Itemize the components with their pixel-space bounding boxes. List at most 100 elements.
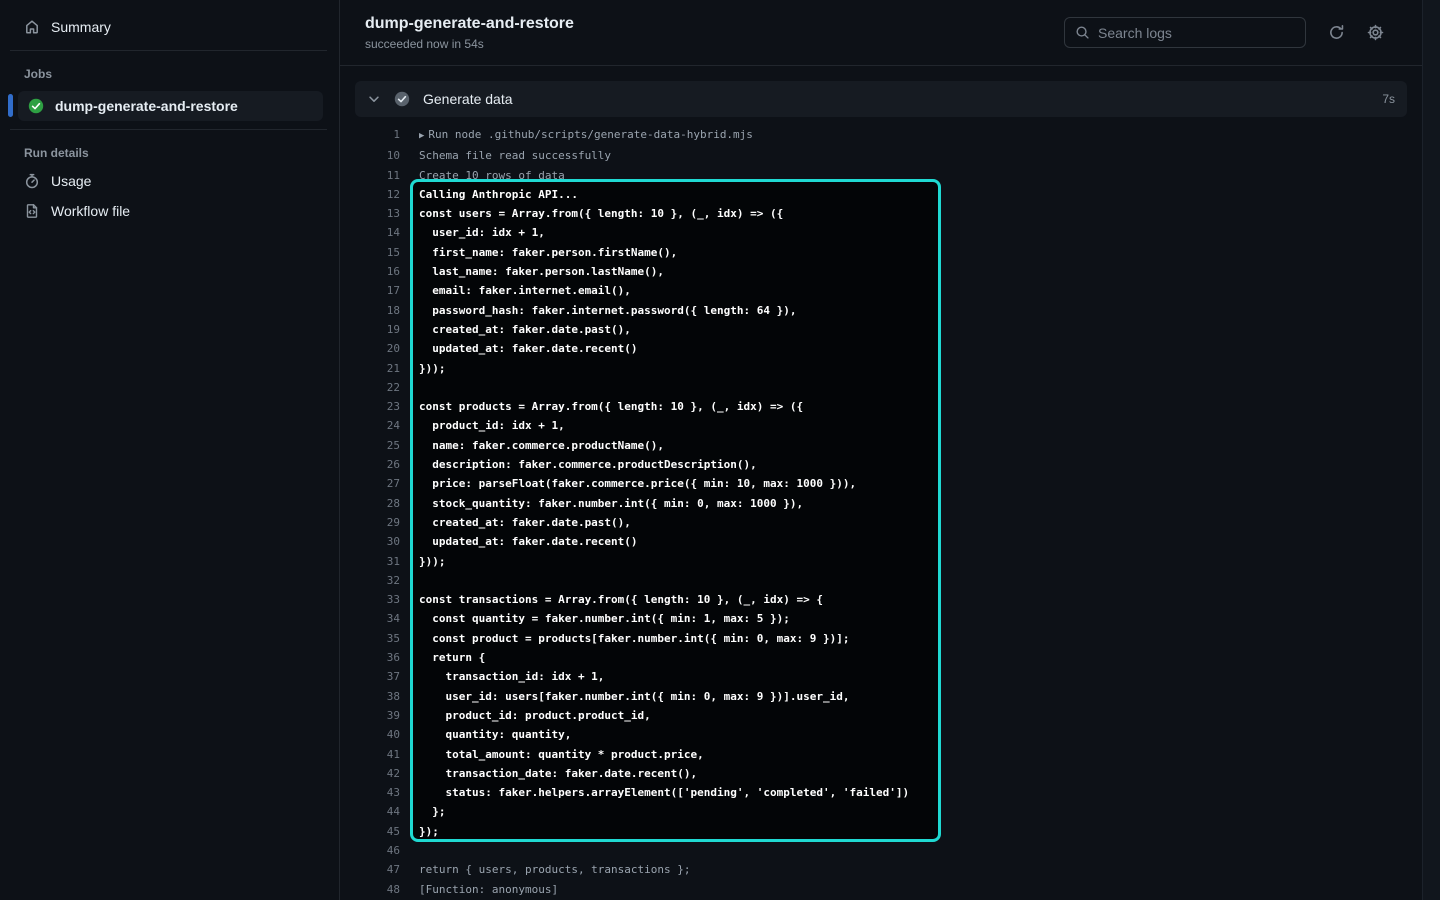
log-line-number[interactable]: 33 bbox=[355, 590, 400, 609]
log-line-text: user_id: users[faker.number.int({ min: 0… bbox=[400, 687, 849, 706]
log-line: 44 }; bbox=[355, 802, 1407, 821]
log-line-number[interactable]: 15 bbox=[355, 243, 400, 262]
log-line-text: })); bbox=[400, 552, 446, 571]
log-line-number[interactable]: 1 bbox=[355, 125, 400, 146]
step-header-generate-data[interactable]: Generate data 7s bbox=[355, 81, 1407, 117]
selected-indicator bbox=[8, 94, 13, 117]
log-line: 20 updated_at: faker.date.recent() bbox=[355, 339, 1407, 358]
log-line-number[interactable]: 18 bbox=[355, 301, 400, 320]
sidebar-item-summary[interactable]: Summary bbox=[0, 12, 339, 42]
chevron-down-icon[interactable] bbox=[367, 92, 381, 106]
log-line-text: updated_at: faker.date.recent() bbox=[400, 532, 638, 551]
log-line-number[interactable]: 24 bbox=[355, 416, 400, 435]
log-line-number[interactable]: 22 bbox=[355, 378, 400, 397]
log-line-text: stock_quantity: faker.number.int({ min: … bbox=[400, 494, 803, 513]
log-line-text: const users = Array.from({ length: 10 },… bbox=[400, 204, 783, 223]
log-line-number[interactable]: 30 bbox=[355, 532, 400, 551]
search-input[interactable] bbox=[1098, 25, 1295, 41]
log-line-number[interactable]: 36 bbox=[355, 648, 400, 667]
log-line-text: product_id: idx + 1, bbox=[400, 416, 565, 435]
step-duration: 7s bbox=[1382, 92, 1395, 106]
log-line-number[interactable]: 46 bbox=[355, 841, 400, 860]
sidebar-item-job[interactable]: dump-generate-and-restore bbox=[18, 91, 323, 121]
log-line: 48[Function: anonymous] bbox=[355, 880, 1407, 899]
log-line: 34 const quantity = faker.number.int({ m… bbox=[355, 609, 1407, 628]
sidebar-item-workflow-file[interactable]: Workflow file bbox=[0, 196, 339, 226]
refresh-icon bbox=[1328, 24, 1345, 41]
log-line-number[interactable]: 17 bbox=[355, 281, 400, 300]
main-area: dump-generate-and-restore succeeded now … bbox=[340, 0, 1440, 900]
log-line-number[interactable]: 13 bbox=[355, 204, 400, 223]
log-line-number[interactable]: 20 bbox=[355, 339, 400, 358]
log-line-number[interactable]: 26 bbox=[355, 455, 400, 474]
log-line-text: first_name: faker.person.firstName(), bbox=[400, 243, 677, 262]
log-line: 40 quantity: quantity, bbox=[355, 725, 1407, 744]
log-line: 10Schema file read successfully bbox=[355, 146, 1407, 165]
log-line-text bbox=[400, 841, 419, 860]
success-check-icon bbox=[28, 98, 44, 114]
log-line-number[interactable]: 38 bbox=[355, 687, 400, 706]
log-line-number[interactable]: 12 bbox=[355, 185, 400, 204]
log-line-text: })); bbox=[400, 359, 446, 378]
log-line: 38 user_id: users[faker.number.int({ min… bbox=[355, 687, 1407, 706]
log-line-text: name: faker.commerce.productName(), bbox=[400, 436, 664, 455]
log-line: 22 bbox=[355, 378, 1407, 397]
log-line: 32 bbox=[355, 571, 1407, 590]
log-lines: 1▶Run node .github/scripts/generate-data… bbox=[355, 125, 1407, 900]
sidebar-item-usage[interactable]: Usage bbox=[0, 166, 339, 196]
log-line-number[interactable]: 28 bbox=[355, 494, 400, 513]
sidebar-item-label: Workflow file bbox=[51, 203, 130, 219]
log-line-number[interactable]: 47 bbox=[355, 860, 400, 879]
settings-button[interactable] bbox=[1367, 24, 1384, 41]
log-line-text: created_at: faker.date.past(), bbox=[400, 320, 631, 339]
log-line: 42 transaction_date: faker.date.recent()… bbox=[355, 764, 1407, 783]
scrollbar-track[interactable] bbox=[1422, 0, 1440, 900]
log-line-number[interactable]: 37 bbox=[355, 667, 400, 686]
log-line-number[interactable]: 32 bbox=[355, 571, 400, 590]
gear-icon bbox=[1367, 24, 1384, 41]
log-line-number[interactable]: 42 bbox=[355, 764, 400, 783]
log-line: 29 created_at: faker.date.past(), bbox=[355, 513, 1407, 532]
log-line-text: return { bbox=[400, 648, 485, 667]
log-line-text: transaction_id: idx + 1, bbox=[400, 667, 604, 686]
log-line-number[interactable]: 44 bbox=[355, 802, 400, 821]
search-logs-box[interactable] bbox=[1064, 17, 1306, 48]
log-line-text: Schema file read successfully bbox=[400, 146, 611, 165]
log-line-number[interactable]: 45 bbox=[355, 822, 400, 841]
log-line-number[interactable]: 48 bbox=[355, 880, 400, 899]
log-line-number[interactable]: 35 bbox=[355, 629, 400, 648]
log-line-number[interactable]: 34 bbox=[355, 609, 400, 628]
log-line-number[interactable]: 31 bbox=[355, 552, 400, 571]
log-line-number[interactable]: 41 bbox=[355, 745, 400, 764]
log-line-text: }; bbox=[400, 802, 446, 821]
stopwatch-icon bbox=[24, 173, 40, 189]
log-line-number[interactable]: 19 bbox=[355, 320, 400, 339]
log-line-number[interactable]: 43 bbox=[355, 783, 400, 802]
run-header: dump-generate-and-restore succeeded now … bbox=[340, 0, 1440, 66]
log-line-text: quantity: quantity, bbox=[400, 725, 571, 744]
log-line-number[interactable]: 25 bbox=[355, 436, 400, 455]
log-line-number[interactable]: 23 bbox=[355, 397, 400, 416]
log-group-expand-icon[interactable]: ▶ bbox=[419, 131, 424, 141]
log-line-text: Calling Anthropic API... bbox=[400, 185, 578, 204]
log-line-number[interactable]: 40 bbox=[355, 725, 400, 744]
log-line: 18 password_hash: faker.internet.passwor… bbox=[355, 301, 1407, 320]
log-line-number[interactable]: 11 bbox=[355, 166, 400, 185]
log-line: 13const users = Array.from({ length: 10 … bbox=[355, 204, 1407, 223]
log-line-text: total_amount: quantity * product.price, bbox=[400, 745, 704, 764]
log-line: 25 name: faker.commerce.productName(), bbox=[355, 436, 1407, 455]
log-line-number[interactable]: 29 bbox=[355, 513, 400, 532]
log-line: 27 price: parseFloat(faker.commerce.pric… bbox=[355, 474, 1407, 493]
log-line-number[interactable]: 16 bbox=[355, 262, 400, 281]
log-line-number[interactable]: 39 bbox=[355, 706, 400, 725]
log-line: 11Create 10 rows of data bbox=[355, 166, 1407, 185]
refresh-button[interactable] bbox=[1328, 24, 1345, 41]
log-line: 28 stock_quantity: faker.number.int({ mi… bbox=[355, 494, 1407, 513]
log-line: 26 description: faker.commerce.productDe… bbox=[355, 455, 1407, 474]
log-line-number[interactable]: 21 bbox=[355, 359, 400, 378]
log-line-text: user_id: idx + 1, bbox=[400, 223, 545, 242]
file-code-icon bbox=[24, 203, 40, 219]
log-line-number[interactable]: 14 bbox=[355, 223, 400, 242]
log-line-number[interactable]: 10 bbox=[355, 146, 400, 165]
log-line-number[interactable]: 27 bbox=[355, 474, 400, 493]
